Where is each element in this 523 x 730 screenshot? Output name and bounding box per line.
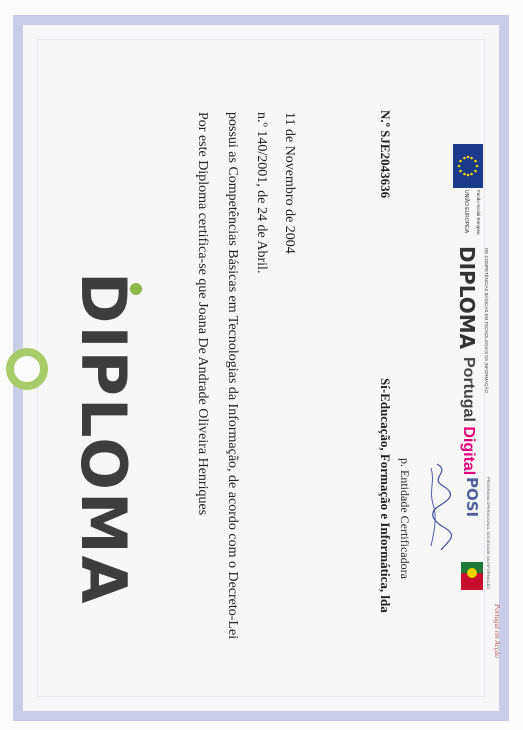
posi-logo-subtitle: PROGRAMA OPERACIONAL SOCIEDADE DA INFORM… — [486, 477, 491, 590]
date-line: 11 de Novembro de 2004 — [282, 112, 297, 254]
diploma-sheet: DIPLOMA Por este Diploma certifica-se qu… — [0, 0, 523, 730]
posi-logo: POSI — [463, 477, 481, 518]
serial-number: N.º SJE2043636 — [378, 110, 393, 199]
portugal-seal-icon — [461, 562, 483, 590]
eu-flag-icon — [453, 144, 483, 188]
title-dot-icon — [130, 283, 142, 295]
portugal-em-accao-logo: Portugal em Acção — [493, 604, 501, 658]
company-name: Sí-Educação, Formação e Informática, lda — [378, 378, 393, 613]
diploma-title: DIPLOMA — [67, 272, 142, 606]
certify-line: Por este Diploma certifica-se que Joana … — [195, 112, 210, 516]
diploma-content: DIPLOMA Por este Diploma certifica-se qu… — [25, 22, 505, 712]
signature-icon — [430, 463, 453, 551]
competencies-line: possui as Competências Básicas em Tecnol… — [225, 112, 240, 640]
eu-sublabel: Fundo Social Europeu — [476, 190, 481, 235]
portugal-digital-accent: Digital — [460, 426, 477, 476]
title-text: DIPLOMA — [67, 272, 142, 606]
diploma-logo: DIPLOMA — [455, 246, 479, 350]
portugal-digital-logo: Portugal Digital — [460, 357, 477, 476]
diploma-logo-subtitle: DE COMPETÊNCIAS BÁSICAS EM TECNOLOGIAS D… — [484, 248, 489, 393]
decree-line: n.º 140/2001, de 24 de Abril. — [254, 112, 269, 274]
eu-label: UNIÃO EUROPEIA — [463, 190, 469, 234]
certifying-entity: p. Entidade Certificadora — [398, 458, 412, 579]
